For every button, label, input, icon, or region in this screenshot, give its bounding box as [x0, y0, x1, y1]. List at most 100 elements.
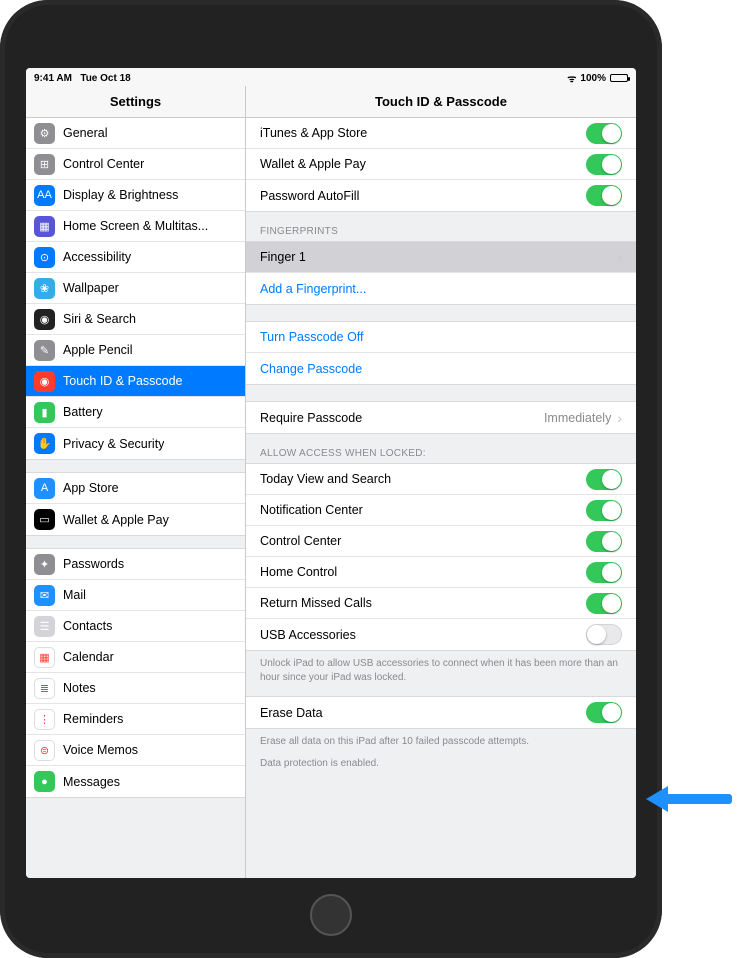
sidebar-icon: ⚙︎ [34, 123, 55, 144]
turn-passcode-off-row[interactable]: Turn Passcode Off [246, 322, 636, 353]
home-control-label: Home Control [260, 565, 337, 579]
erase-data-toggle[interactable] [586, 702, 622, 723]
sidebar-icon: ▮ [34, 402, 55, 423]
sidebar-item-touch-id-passcode[interactable]: ◉ Touch ID & Passcode [26, 366, 245, 397]
finger-1-label: Finger 1 [260, 250, 306, 264]
change-passcode-label: Change Passcode [260, 362, 362, 376]
sidebar-item-label: Reminders [63, 712, 123, 726]
return-missed-calls-row: Return Missed Calls [246, 588, 636, 619]
sidebar-item-passwords[interactable]: ✦Passwords [26, 549, 245, 580]
home-control-toggle[interactable] [586, 562, 622, 583]
sidebar-icon: AA [34, 185, 55, 206]
sidebar-item-accessibility[interactable]: ⊙Accessibility [26, 242, 245, 273]
sidebar-icon: ✉ [34, 585, 55, 606]
sidebar-item-general[interactable]: ⚙︎ General [26, 118, 245, 149]
change-passcode-row[interactable]: Change Passcode [246, 353, 636, 384]
sidebar-item-label: Battery [63, 405, 103, 419]
sidebar-item-label: Wallet & Apple Pay [63, 513, 169, 527]
sidebar-icon: ⋮ [34, 709, 55, 730]
sidebar-item-home-screen-multitas[interactable]: ▦Home Screen & Multitas... [26, 211, 245, 242]
sidebar-item-siri-search[interactable]: ◉Siri & Search [26, 304, 245, 335]
control-center-row: Control Center [246, 526, 636, 557]
callout-arrow [646, 786, 732, 810]
sidebar-item-wallet-apple-pay[interactable]: ▭Wallet & Apple Pay [26, 504, 245, 535]
password-autofill-row: Password AutoFill [246, 180, 636, 211]
sidebar-icon: ◉ [34, 371, 55, 392]
sidebar-item-messages[interactable]: ●Messages [26, 766, 245, 797]
add-a-fingerprint-row[interactable]: Add a Fingerprint... [246, 273, 636, 304]
return-missed-calls-toggle[interactable] [586, 593, 622, 614]
erase-data-label: Erase Data [260, 706, 323, 720]
home-control-row: Home Control [246, 557, 636, 588]
sidebar-icon: ▦ [34, 216, 55, 237]
settings-sidebar[interactable]: ⚙︎ General ⊞ Control Center AADisplay & Brig… [26, 118, 246, 878]
sidebar-item-label: General [63, 126, 107, 140]
erase-data-row: Erase Data [246, 697, 636, 728]
status-bar: 9:41 AM Tue Oct 18 ᯤ 100% [26, 68, 636, 86]
sidebar-icon: ▦ [34, 647, 55, 668]
password-autofill-toggle[interactable] [586, 185, 622, 206]
sidebar-item-label: Mail [63, 588, 86, 602]
sidebar-item-label: Privacy & Security [63, 437, 164, 451]
sidebar-item-label: Touch ID & Passcode [63, 374, 183, 388]
sidebar-icon: ⊞ [34, 154, 55, 175]
sidebar-item-apple-pencil[interactable]: ✎ Apple Pencil [26, 335, 245, 366]
sidebar-item-label: Voice Memos [63, 743, 138, 757]
fingerprints-header: Fingerprints [246, 212, 636, 241]
wallet-apple-pay-row: Wallet & Apple Pay [246, 149, 636, 180]
sidebar-item-reminders[interactable]: ⋮ Reminders [26, 704, 245, 735]
sidebar-item-calendar[interactable]: ▦Calendar [26, 642, 245, 673]
status-date: Tue Oct 18 [80, 73, 130, 84]
sidebar-item-notes[interactable]: ≣Notes [26, 673, 245, 704]
sidebar-item-display-brightness[interactable]: AADisplay & Brightness [26, 180, 245, 211]
allow-locked-header: Allow Access When Locked: [246, 434, 636, 463]
today-view-and-search-toggle[interactable] [586, 469, 622, 490]
sidebar-item-contacts[interactable]: ☰ Contacts [26, 611, 245, 642]
control-center-label: Control Center [260, 534, 341, 548]
sidebar-item-label: Apple Pencil [63, 343, 133, 357]
wifi-icon: ᯤ [567, 71, 576, 85]
sidebar-icon: ☰ [34, 616, 55, 637]
nav-detail-title: Touch ID & Passcode [246, 86, 636, 117]
sidebar-item-label: Notes [63, 681, 96, 695]
sidebar-item-app-store[interactable]: AApp Store [26, 473, 245, 504]
today-view-and-search-label: Today View and Search [260, 472, 391, 486]
notification-center-toggle[interactable] [586, 500, 622, 521]
notification-center-row: Notification Center [246, 495, 636, 526]
sidebar-icon: ⊜ [34, 740, 55, 761]
control-center-toggle[interactable] [586, 531, 622, 552]
usb-accessories-toggle[interactable] [586, 624, 622, 645]
sidebar-icon: A [34, 478, 55, 499]
sidebar-item-battery[interactable]: ▮ Battery [26, 397, 245, 428]
password-autofill-label: Password AutoFill [260, 189, 359, 203]
sidebar-item-label: Control Center [63, 157, 144, 171]
finger-1-row[interactable]: Finger 1 › [246, 242, 636, 273]
status-left: 9:41 AM Tue Oct 18 [34, 73, 131, 84]
itunes-app-store-toggle[interactable] [586, 123, 622, 144]
wallet-apple-pay-toggle[interactable] [586, 154, 622, 175]
status-right: ᯤ 100% [567, 71, 628, 85]
require-passcode-value-text: Immediately [544, 411, 611, 425]
sidebar-item-label: Contacts [63, 619, 112, 633]
sidebar-item-mail[interactable]: ✉ Mail [26, 580, 245, 611]
fingerprints-list: Finger 1 › Add a Fingerprint... [246, 241, 636, 305]
battery-icon [610, 74, 628, 82]
chevron-right-icon: › [617, 410, 622, 426]
require-passcode-row[interactable]: Require Passcode Immediately › [246, 402, 636, 433]
sidebar-item-voice-memos[interactable]: ⊜ Voice Memos [26, 735, 245, 766]
sidebar-item-wallpaper[interactable]: ❀Wallpaper [26, 273, 245, 304]
turn-passcode-off-label: Turn Passcode Off [260, 330, 364, 344]
sidebar-item-label: Accessibility [63, 250, 131, 264]
sidebar-icon: ● [34, 771, 55, 792]
usb-accessories-row: USB Accessories [246, 619, 636, 650]
sidebar-item-control-center[interactable]: ⊞ Control Center [26, 149, 245, 180]
chevron-right-icon: › [617, 249, 622, 265]
notification-center-label: Notification Center [260, 503, 363, 517]
sidebar-icon: ✎ [34, 340, 55, 361]
sidebar-item-privacy-security[interactable]: ✋Privacy & Security [26, 428, 245, 459]
usb-accessories-label: USB Accessories [260, 628, 356, 642]
home-button[interactable] [310, 894, 352, 936]
detail-content[interactable]: iTunes & App Store Wallet & Apple Pay Pass… [246, 118, 636, 878]
require-passcode-label: Require Passcode [260, 411, 362, 425]
itunes-app-store-label: iTunes & App Store [260, 126, 367, 140]
